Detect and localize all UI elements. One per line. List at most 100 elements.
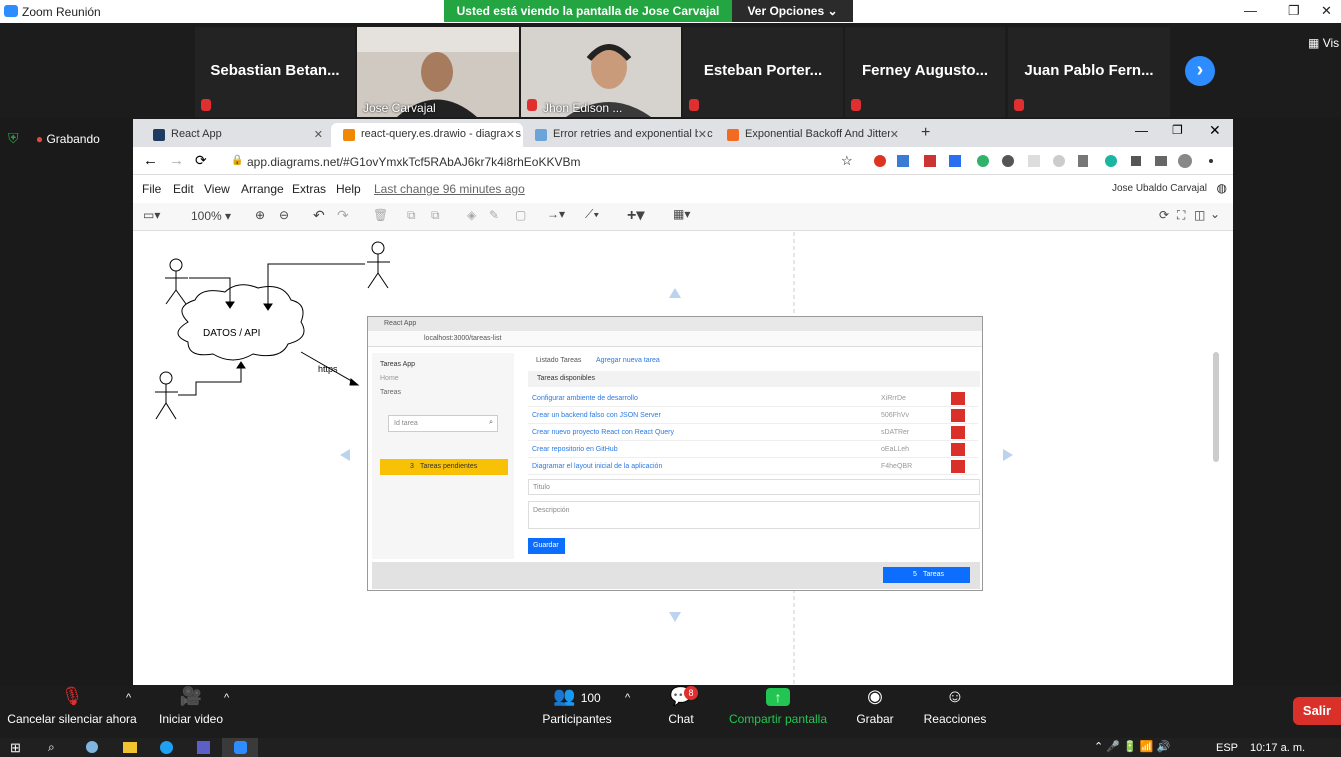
globe-icon[interactable]: ◍ [1217, 181, 1227, 195]
close-icon[interactable]: ✕ [1321, 3, 1332, 19]
close-icon[interactable]: ✕ [1209, 122, 1221, 139]
menu-file[interactable]: File [142, 182, 161, 196]
windows-start-icon[interactable]: ⊞ [10, 740, 21, 756]
close-tab-icon[interactable]: ✕ [505, 128, 515, 141]
next-page-button[interactable]: › [1185, 56, 1215, 86]
browser-tab[interactable]: Error retries and exponential bac ✕ [523, 123, 715, 147]
folder-icon[interactable] [123, 742, 137, 753]
record-button[interactable]: ◉ Grabar [854, 686, 896, 726]
extension-icons[interactable] [873, 153, 1213, 169]
browser-tab[interactable]: React App ✕ [141, 123, 331, 147]
redo-icon[interactable]: ↷ [337, 207, 349, 224]
last-change-link[interactable]: Last change 96 minutes ago [374, 182, 525, 196]
user-name[interactable]: Jose Ubaldo Carvajal [1112, 183, 1207, 194]
close-tab-icon[interactable]: ✕ [889, 128, 899, 141]
fullscreen-icon[interactable]: ⛶ [1177, 208, 1185, 223]
zoom-taskbar-button[interactable] [222, 738, 258, 757]
recording-label: Grabando [46, 132, 100, 146]
back-icon[interactable]: ← [143, 152, 158, 169]
trash-icon [951, 426, 965, 439]
clock[interactable]: 10:17 a. m. [1250, 742, 1305, 754]
insert-icon[interactable]: +▾ [627, 205, 644, 225]
reactions-button[interactable]: ☺ Reacciones [922, 686, 988, 726]
leave-button[interactable]: Salir [1293, 697, 1341, 725]
embedded-task-id: F4heQBR [881, 463, 913, 470]
url-field[interactable]: 🔒 app.diagrams.net/#G1ovYmxkTcf5RAbAJ6kr… [229, 153, 849, 171]
delete-icon[interactable]: 🗑 [373, 208, 388, 222]
chevron-up-icon[interactable]: ^ [126, 692, 131, 704]
forward-icon[interactable]: → [169, 152, 184, 169]
embedded-screenshot[interactable]: React App localhost:3000/tareas-list Tar… [367, 316, 983, 591]
waypoints-icon[interactable]: ⟋▾ [585, 207, 599, 222]
participant-video-tile[interactable]: Jose Carvajal [357, 27, 519, 117]
app-icon[interactable] [86, 741, 98, 753]
undo-icon[interactable]: ↶ [313, 207, 325, 224]
maximize-icon[interactable]: ❐ [1288, 3, 1300, 19]
teams-icon[interactable] [197, 741, 210, 754]
share-screen-button[interactable]: ↑ Compartir pantalla [727, 686, 829, 726]
view-options-button[interactable]: Ver Opciones ⌄ [732, 0, 853, 22]
embedded-tab-add: Agregar nueva tarea [596, 357, 660, 364]
minimize-icon[interactable]: — [1244, 3, 1257, 18]
collapse-icon[interactable]: ⌄ [1210, 207, 1220, 221]
sync-icon[interactable]: ⟳ [1159, 208, 1169, 222]
tray-icons[interactable]: ⌃ 🎤 🔋 📶 🔊 [1094, 740, 1170, 753]
diagram-canvas[interactable]: DATOS / API https React App localhost:30… [133, 232, 1223, 685]
chat-label: Chat [668, 712, 694, 726]
vertical-scrollbar[interactable] [1213, 352, 1219, 462]
shadow-icon[interactable]: ▢ [515, 208, 526, 222]
participants-button[interactable]: 👥 100 Participantes [540, 686, 614, 726]
close-tab-icon[interactable]: ✕ [314, 128, 323, 141]
zoom-select[interactable]: 100% ▾ [191, 209, 231, 223]
embedded-task-title: Configurar ambiente de desarrollo [532, 395, 638, 402]
table-icon[interactable]: ▦▾ [673, 207, 690, 221]
menu-arrange[interactable]: Arrange [241, 182, 284, 196]
zoom-out-icon[interactable]: ⊖ [279, 208, 289, 222]
embedded-task-row: Crear repositorio en GitHub oEaLLeh [528, 442, 978, 458]
view-toggle[interactable]: ▦ Vis [1308, 36, 1339, 50]
star-icon[interactable]: ☆ [841, 153, 853, 169]
browser-tab[interactable]: Exponential Backoff And Jitter | ✕ [715, 123, 907, 147]
minimize-icon[interactable]: — [1135, 123, 1148, 138]
chat-button[interactable]: 💬 Chat 8 [660, 686, 702, 726]
fill-color-icon[interactable]: ◈ [467, 208, 476, 222]
menu-edit[interactable]: Edit [173, 182, 194, 196]
embedded-footer-button: 5 Tareas [883, 567, 970, 583]
restore-icon[interactable]: ❐ [1172, 123, 1183, 137]
search-icon[interactable]: ⌕ [48, 740, 55, 755]
menu-extras[interactable]: Extras [292, 182, 326, 196]
language-indicator[interactable]: ESP [1216, 742, 1238, 754]
to-front-icon[interactable]: ⧉ [407, 208, 416, 223]
participant-tile[interactable]: Sebastian Betan... [195, 27, 355, 117]
participant-tile[interactable]: Juan Pablo Fern... [1008, 27, 1170, 117]
zoom-in-icon[interactable]: ⊕ [255, 208, 265, 222]
muted-mic-icon [689, 99, 699, 111]
share-screen-icon: ↑ [727, 686, 829, 708]
participant-tile[interactable]: Ferney Augusto... [845, 27, 1005, 117]
format-panel-icon[interactable]: ▭▾ [143, 208, 160, 222]
new-tab-icon[interactable]: + [921, 124, 930, 142]
to-back-icon[interactable]: ⧉ [431, 208, 440, 223]
browser-tab-active[interactable]: react-query.es.drawio - diagrams ✕ [331, 123, 523, 147]
embedded-footer-label: Tareas [923, 571, 945, 578]
close-tab-icon[interactable]: ✕ [697, 128, 707, 141]
menu-help[interactable]: Help [336, 182, 361, 196]
reload-icon[interactable]: ⟳ [195, 152, 207, 169]
embedded-pending-button: 3 Tareas pendientes [380, 459, 508, 475]
edge-icon[interactable] [160, 741, 173, 754]
drawio-toolbar: ▭▾ 100% ▾ ⊕ ⊖ ↶ ↷ 🗑 ⧉ ⧉ ◈ ✎ ▢ →▾ ⟋▾ +▾ ▦… [133, 203, 1233, 231]
connection-icon[interactable]: →▾ [547, 207, 565, 221]
embedded-search-placeholder: Id tarea [394, 420, 418, 427]
embedded-pending-label: Tareas pendientes [420, 463, 478, 470]
participant-video-tile[interactable]: Jhon Edison ... [521, 27, 681, 117]
chevron-up-icon[interactable]: ^ [625, 692, 630, 704]
mute-button[interactable]: 🎙 Cancelar silenciar ahora [6, 686, 138, 726]
panel-toggle-icon[interactable]: ◫ [1194, 208, 1205, 222]
menu-view[interactable]: View [204, 182, 230, 196]
video-button[interactable]: 🎥 Iniciar video [155, 686, 227, 726]
participant-tile[interactable]: Esteban Porter... [683, 27, 843, 117]
line-color-icon[interactable]: ✎ [489, 208, 499, 222]
chevron-up-icon[interactable]: ^ [224, 692, 229, 704]
participant-name: Sebastian Betan... [210, 62, 340, 79]
drawio-menubar: File Edit View Arrange Extras Help Last … [133, 176, 1233, 202]
